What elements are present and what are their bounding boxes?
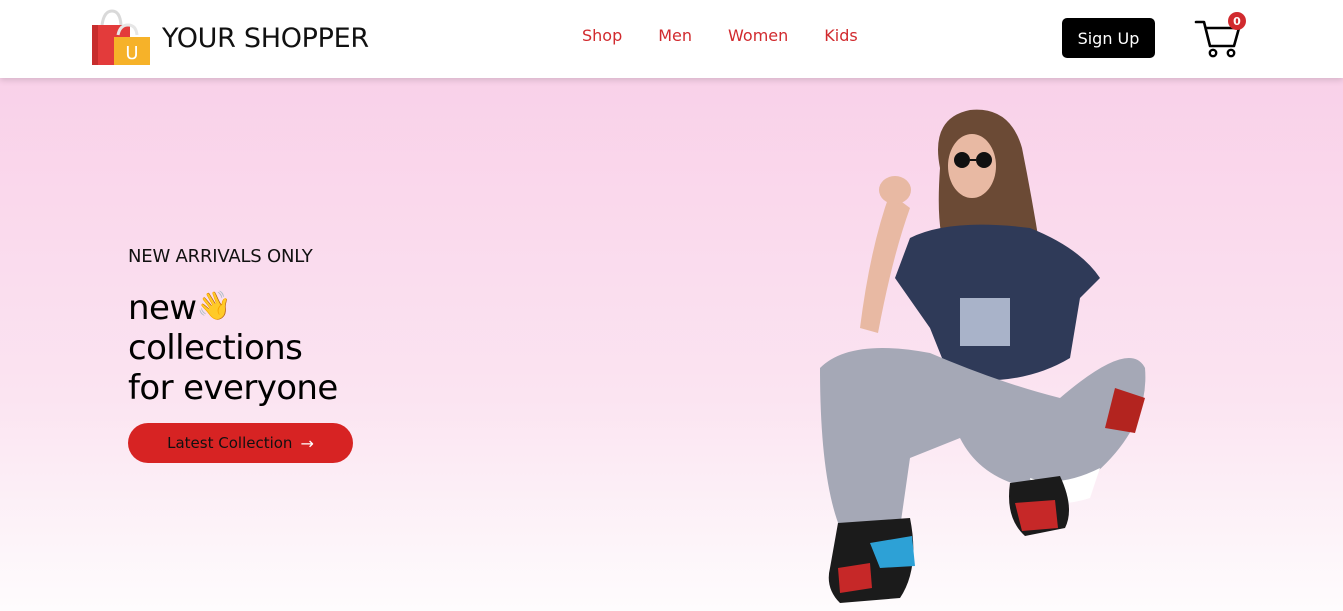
- sign-up-button[interactable]: Sign Up: [1062, 18, 1155, 58]
- logo[interactable]: U YOUR SHOPPER: [90, 9, 369, 67]
- latest-collection-button[interactable]: Latest Collection →: [128, 423, 353, 463]
- hero-title-line-2: collections: [128, 328, 303, 368]
- brand-name: YOUR SHOPPER: [162, 22, 369, 54]
- hero-title-line-1: new👋: [128, 288, 231, 328]
- main-nav: Shop Men Women Kids: [582, 26, 894, 45]
- hero-section: NEW ARRIVALS ONLY new👋 collections for e…: [0, 78, 1343, 611]
- nav-link-kids[interactable]: Kids: [824, 26, 857, 45]
- hero-subtitle: NEW ARRIVALS ONLY: [128, 246, 313, 267]
- waving-hand-icon: 👋: [196, 289, 231, 322]
- hero-title-line-3: for everyone: [128, 368, 338, 408]
- nav-link-women[interactable]: Women: [728, 26, 788, 45]
- nav-link-shop[interactable]: Shop: [582, 26, 622, 45]
- cart-count-badge: 0: [1228, 12, 1246, 30]
- svg-text:U: U: [125, 43, 138, 64]
- arrow-right-icon: →: [300, 433, 314, 453]
- hero-model-image: [800, 98, 1170, 611]
- hero-title: new👋 collections for everyone: [128, 286, 338, 408]
- nav-link-men[interactable]: Men: [658, 26, 692, 45]
- cart-button[interactable]: 0: [1194, 12, 1248, 60]
- shopping-bags-icon: U: [90, 9, 152, 67]
- latest-collection-label: Latest Collection: [167, 434, 293, 452]
- navbar: U YOUR SHOPPER Shop Men Women Kids Sign …: [0, 0, 1343, 78]
